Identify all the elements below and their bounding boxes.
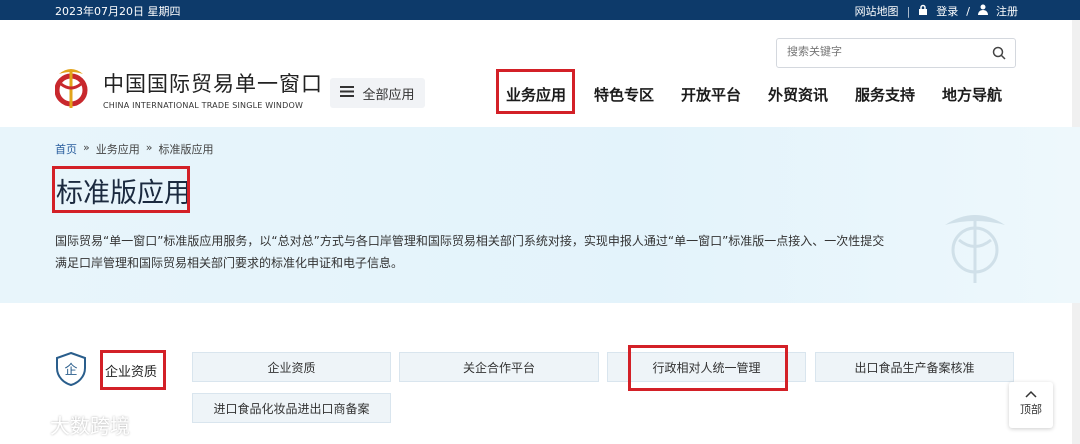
search-box[interactable] <box>776 38 1016 68</box>
shield-char: 企 <box>64 362 77 378</box>
tile-import-food-cosmetics-registration[interactable]: 进口食品化妆品进出口商备案 <box>192 393 391 423</box>
login-link[interactable]: 登录 <box>936 3 958 19</box>
highlight-box-nav <box>496 69 575 114</box>
sitemap-link[interactable]: 网站地图 <box>855 3 899 19</box>
highlight-box-title <box>52 166 190 213</box>
breadcrumb-current: 标准版应用 <box>158 143 214 156</box>
register-link[interactable]: 注册 <box>996 3 1018 19</box>
nav-service-support[interactable]: 服务支持 <box>855 84 915 105</box>
nav-local-navigation[interactable]: 地方导航 <box>942 84 1002 105</box>
lock-icon <box>918 4 928 18</box>
highlight-box-tile <box>628 345 788 391</box>
breadcrumb-business-apps[interactable]: 业务应用 <box>96 141 140 157</box>
nav-trade-news[interactable]: 外贸资讯 <box>768 84 828 105</box>
search-input[interactable] <box>785 44 979 59</box>
breadcrumb-separator: » <box>145 141 153 154</box>
breadcrumb-home[interactable]: 首页 <box>55 141 77 157</box>
brand-name[interactable]: 中国国际贸易单一窗口 CHINA INTERNATIONAL TRADE SIN… <box>103 68 323 110</box>
current-date: 2023年07月20日 星期四 <box>55 5 181 18</box>
watermark: 大数跨境 <box>8 410 130 439</box>
all-apps-button[interactable]: 全部应用 <box>330 78 425 108</box>
tile-enterprise-qualification[interactable]: 企业资质 <box>192 352 391 382</box>
back-to-top-label: 顶部 <box>1020 403 1042 416</box>
search-icon[interactable] <box>992 45 1006 64</box>
enterprise-shield-icon: 企 <box>55 351 87 390</box>
brand-name-cn: 中国国际贸易单一窗口 <box>103 72 323 96</box>
watermark-text: 大数跨境 <box>50 414 130 438</box>
highlight-box-category <box>100 350 166 390</box>
brand-name-en: CHINA INTERNATIONAL TRADE SINGLE WINDOW <box>103 101 304 110</box>
all-apps-label: 全部应用 <box>362 87 415 103</box>
page-description: 国际贸易“单一窗口”标准版应用服务，以“总对总”方式与各口岸管理和国际贸易相关部… <box>55 234 885 270</box>
menu-icon <box>340 85 355 101</box>
breadcrumb: 首页 » 业务应用 » 标准版应用 <box>55 141 213 157</box>
divider: | <box>906 4 911 18</box>
nav-featured-zone[interactable]: 特色专区 <box>594 84 654 105</box>
top-bar: 2023年07月20日 星期四 网站地图 | 登录 / 注册 <box>0 0 1080 20</box>
user-icon <box>978 4 988 18</box>
back-to-top-button[interactable]: 顶部 <box>1009 382 1053 428</box>
chevron-up-icon <box>1009 388 1053 401</box>
tile-export-food-registration[interactable]: 出口食品生产备案核准 <box>815 352 1014 382</box>
breadcrumb-separator: » <box>83 141 90 154</box>
top-links: 网站地图 | 登录 / 注册 <box>855 3 1018 19</box>
tile-customs-enterprise-cooperation[interactable]: 关企合作平台 <box>399 352 599 382</box>
caduceus-emblem-icon <box>935 205 1015 289</box>
nav-open-platform[interactable]: 开放平台 <box>681 84 741 105</box>
slash-separator: / <box>966 4 970 18</box>
watermark-logo-icon <box>8 411 46 438</box>
